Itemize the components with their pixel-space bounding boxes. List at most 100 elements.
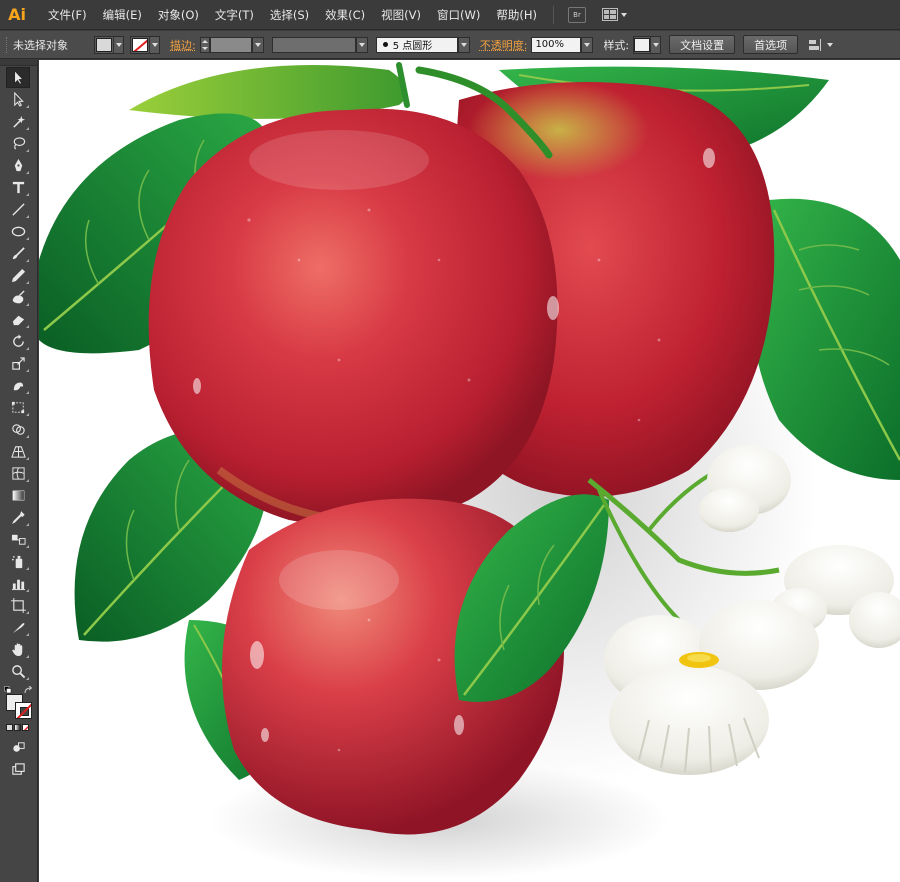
tools-panel-header[interactable] <box>0 60 37 66</box>
shape-builder-tool[interactable] <box>6 419 30 440</box>
lasso-tool[interactable] <box>6 133 30 154</box>
perspective-grid-tool[interactable] <box>6 441 30 462</box>
menu-edit[interactable]: 编辑(E) <box>95 0 150 30</box>
magic-wand-tool[interactable] <box>6 111 30 132</box>
gradient-icon <box>12 490 24 501</box>
artboard-tool[interactable] <box>6 595 30 616</box>
pencil-tool[interactable] <box>6 265 30 286</box>
apple-illustration <box>39 62 900 880</box>
menu-view[interactable]: 视图(V) <box>373 0 429 30</box>
chevron-down-icon <box>650 36 660 53</box>
direct-selection-tool[interactable] <box>6 89 30 110</box>
rotate-tool[interactable] <box>6 331 30 352</box>
menu-separator <box>552 5 554 24</box>
chevron-down-icon <box>149 36 159 53</box>
warp-tool[interactable] <box>6 375 30 396</box>
color-mode-button[interactable] <box>6 724 13 731</box>
menu-type[interactable]: 文字(T) <box>207 0 262 30</box>
brush-definition-select[interactable]: 5 点圆形 <box>375 36 470 54</box>
round-brush-icon <box>382 42 388 47</box>
eyedropper-tool[interactable] <box>6 507 30 528</box>
paintbrush-tool[interactable] <box>6 243 30 264</box>
draw-mode-button[interactable] <box>6 737 30 758</box>
document-setup-button[interactable]: 文档设置 <box>669 35 736 54</box>
fill-stroke-control[interactable] <box>4 686 34 720</box>
free-transform-tool[interactable] <box>6 397 30 418</box>
arrange-documents-button[interactable] <box>808 38 834 52</box>
width-profile-field[interactable] <box>271 36 356 53</box>
draw-mode-icon <box>12 742 25 752</box>
screen-mode-button[interactable] <box>6 759 30 780</box>
gradient-tool[interactable] <box>6 485 30 506</box>
chevron-down-icon[interactable] <box>355 36 368 53</box>
knife-icon <box>12 623 24 634</box>
stroke-none-swatch <box>132 37 148 52</box>
stroke-label[interactable]: 描边: <box>170 37 196 53</box>
artboard-canvas[interactable] <box>39 60 900 882</box>
symbol-sprayer-tool[interactable] <box>6 551 30 572</box>
pen-tool[interactable] <box>6 155 30 176</box>
bridge-button[interactable]: Br <box>567 6 586 23</box>
opacity-input[interactable]: 100% <box>531 36 582 53</box>
stroke-weight-stepper[interactable] <box>199 36 264 54</box>
chevron-down-icon[interactable] <box>581 36 594 53</box>
menu-select[interactable]: 选择(S) <box>262 0 317 30</box>
control-bar: 未选择对象 描边: 5 点圆形 不透明度: 100% 样式: 文档设置 首选项 <box>0 31 900 59</box>
align-icon <box>809 38 822 51</box>
mesh-tool[interactable] <box>6 463 30 484</box>
pencil-icon <box>11 268 25 283</box>
preferences-button[interactable]: 首选项 <box>743 35 799 54</box>
style-label: 样式: <box>603 38 630 52</box>
mesh-icon <box>11 467 25 480</box>
scale-tool[interactable] <box>6 353 30 374</box>
hollow-arrow-icon <box>13 92 24 107</box>
menu-file[interactable]: 文件(F) <box>40 0 95 30</box>
chevron-down-icon[interactable] <box>251 36 264 53</box>
menu-items: 文件(F) 编辑(E) 对象(O) 文字(T) 选择(S) 效果(C) 视图(V… <box>34 0 545 30</box>
color-mode-buttons <box>6 724 37 731</box>
type-t-icon <box>12 181 24 194</box>
eraser-tool[interactable] <box>6 309 30 330</box>
opacity-label[interactable]: 不透明度: <box>480 37 528 53</box>
stepper-arrows-icon[interactable] <box>199 36 210 53</box>
chevron-down-icon <box>620 12 627 17</box>
menu-bar: Ai 文件(F) 编辑(E) 对象(O) 文字(T) 选择(S) 效果(C) 视… <box>0 0 900 30</box>
chevron-down-icon <box>113 36 123 53</box>
panel-grip[interactable] <box>6 36 9 53</box>
stroke-weight-input[interactable] <box>209 36 252 53</box>
chevron-down-icon[interactable] <box>457 36 470 53</box>
menu-window[interactable]: 窗口(W) <box>429 0 488 30</box>
graphic-style-picker[interactable] <box>633 35 662 54</box>
blob-brush-tool[interactable] <box>6 287 30 308</box>
menu-help[interactable]: 帮助(H) <box>488 0 545 30</box>
chevron-down-icon <box>827 42 834 47</box>
slice-tool[interactable] <box>6 617 30 638</box>
menu-effect[interactable]: 效果(C) <box>317 0 373 30</box>
swap-arrow-icon[interactable] <box>24 686 34 695</box>
none-mode-button[interactable] <box>22 724 29 731</box>
variable-width-profile[interactable] <box>271 36 368 54</box>
ellipse-tool[interactable] <box>6 221 30 242</box>
spray-can-icon <box>11 555 22 569</box>
selection-tool[interactable] <box>6 67 30 88</box>
bar-graph-icon <box>11 579 25 591</box>
warp-hand-icon <box>13 382 23 391</box>
gradient-mode-button[interactable] <box>14 724 21 731</box>
line-segment-icon <box>11 203 25 216</box>
eyedropper-icon <box>11 511 25 524</box>
blend-tool[interactable] <box>6 529 30 550</box>
zoom-tool[interactable] <box>6 661 30 682</box>
free-transform-icon <box>11 401 24 414</box>
stroke-color-picker[interactable] <box>130 35 160 54</box>
line-tool[interactable] <box>6 199 30 220</box>
fill-swatch <box>96 37 112 52</box>
fill-color-picker[interactable] <box>94 35 124 54</box>
workspace-switcher-button[interactable] <box>601 8 627 21</box>
stroke-color-box[interactable] <box>15 702 32 719</box>
type-tool[interactable] <box>6 177 30 198</box>
column-graph-tool[interactable] <box>6 573 30 594</box>
lasso-icon <box>13 137 25 150</box>
hand-tool[interactable] <box>6 639 30 660</box>
menu-object[interactable]: 对象(O) <box>150 0 207 30</box>
blend-icon <box>11 534 26 545</box>
